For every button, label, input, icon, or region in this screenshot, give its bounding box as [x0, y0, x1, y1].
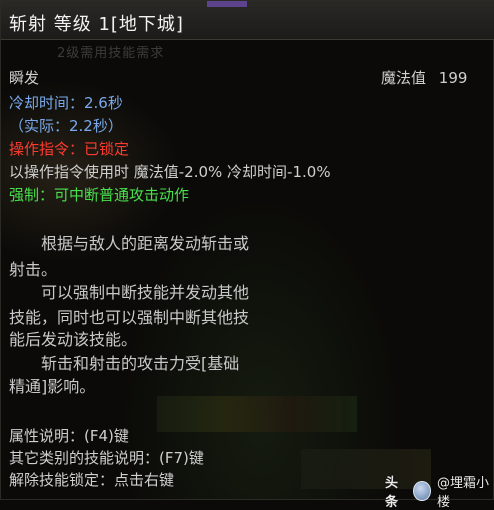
mana-label: 魔法值	[381, 69, 427, 87]
mana-cost: 魔法值 199	[381, 67, 467, 88]
skill-title: 斩射 等级 1[地下城]	[9, 14, 184, 35]
background-skill-icons	[157, 396, 357, 432]
tooltip-header: 斩射 等级 1[地下城]	[1, 1, 494, 40]
footer-unlock-hint: 解除技能锁定：点击右键	[9, 471, 175, 489]
top-accent-strip	[207, 1, 247, 7]
footer-other-skills-hint: 其它类别的技能说明：(F7)键	[9, 449, 204, 467]
watermark-brand: 头条	[385, 476, 399, 510]
description-line-3: 可以强制中断技能并发动其他	[9, 283, 250, 302]
skill-tooltip: 斩射 等级 1[地下城] 2级需用技能需求 瞬发 魔法值 199 冷却时间：2.…	[0, 0, 494, 510]
force-interrupt-text: 强制：可中断普通攻击动作	[9, 186, 190, 204]
description-line-1: 根据与敌人的距离发动斩击或	[9, 234, 250, 253]
watermark-author: @埋霜小楼	[436, 476, 489, 510]
command-bonus-text: 以操作指令使用时 魔法值-2.0% 冷却时间-1.0%	[9, 163, 331, 181]
description-line-7: 精通]影响。	[9, 377, 96, 396]
footer-attribute-hint: 属性说明：(F4)键	[9, 427, 129, 445]
cooldown-text: 冷却时间：2.6秒	[9, 94, 123, 112]
description-line-5: 能后发动该技能。	[9, 330, 138, 349]
avatar-icon	[413, 481, 431, 501]
cooldown-actual-text: （实际：2.2秒）	[9, 117, 123, 135]
cast-type: 瞬发	[9, 69, 40, 87]
watermark: 头条 @埋霜小楼	[385, 472, 493, 510]
faded-subtitle: 2级需用技能需求	[57, 46, 165, 61]
mana-value: 199	[438, 69, 468, 87]
command-lock-status: 操作指令：已锁定	[9, 140, 130, 158]
